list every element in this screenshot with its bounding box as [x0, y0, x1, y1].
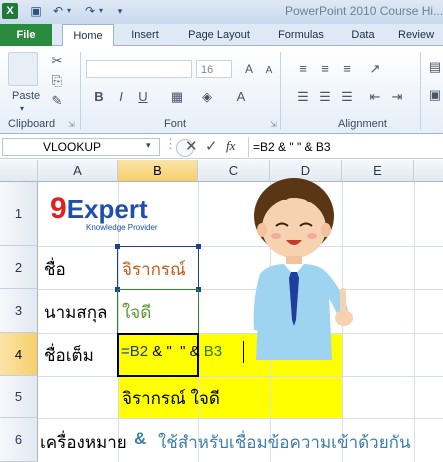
row-header-3[interactable]: 3: [0, 289, 38, 333]
paste-dropdown-icon[interactable]: ▾: [20, 104, 24, 113]
align-top-icon[interactable]: ≡: [294, 60, 312, 78]
clipboard-launcher-icon[interactable]: ⇲: [68, 120, 75, 129]
column-header-a[interactable]: A: [38, 160, 118, 182]
bold-icon[interactable]: B: [90, 88, 108, 106]
window-title: PowerPoint 2010 Course Hi...: [285, 4, 443, 18]
wrap-text-icon[interactable]: ▤: [426, 58, 443, 76]
9expert-logo: 9Expert: [50, 192, 148, 226]
gridline: [38, 376, 443, 377]
format-painter-icon[interactable]: ✎: [48, 92, 66, 110]
decrease-indent-icon[interactable]: ⇤: [366, 88, 384, 106]
copy-icon[interactable]: ⎘: [48, 72, 66, 90]
row-header-6[interactable]: 6: [0, 418, 38, 462]
undo-dropdown-icon[interactable]: ▾: [64, 3, 74, 19]
ref-handle[interactable]: [115, 244, 120, 249]
merge-center-icon[interactable]: ▣: [426, 86, 443, 104]
tab-data[interactable]: Data: [344, 24, 382, 46]
row-header-1[interactable]: 1: [0, 182, 38, 246]
grow-font-icon[interactable]: A: [240, 60, 258, 78]
row-header-5[interactable]: 5: [0, 376, 38, 418]
font-launcher-icon[interactable]: ⇲: [270, 120, 277, 129]
ref-handle[interactable]: [196, 244, 201, 249]
cell-a4[interactable]: ชื่อเต็ม: [44, 342, 94, 369]
reference-border-b3: [117, 289, 199, 334]
tab-home[interactable]: Home: [62, 24, 114, 47]
align-right-icon[interactable]: ☰: [338, 88, 356, 106]
tab-file[interactable]: File: [0, 24, 52, 46]
cartoon-man-illustration: [253, 178, 353, 360]
separator: [80, 52, 81, 130]
name-box-dropdown-icon[interactable]: ▾: [146, 140, 151, 151]
font-name-box[interactable]: [86, 60, 192, 78]
separator: [280, 52, 281, 130]
insert-function-icon[interactable]: fx: [226, 138, 235, 154]
group-label-font: Font: [164, 118, 187, 130]
column-header-b[interactable]: B: [118, 160, 198, 182]
paste-button[interactable]: Paste: [12, 90, 40, 102]
paste-icon[interactable]: [8, 52, 38, 86]
reference-border-b2: [117, 246, 199, 290]
group-label-alignment: Alignment: [338, 118, 387, 130]
logo-tagline: Knowledge Provider: [86, 223, 158, 232]
orientation-icon[interactable]: ↗: [366, 60, 384, 78]
active-cell-b4[interactable]: [117, 333, 199, 377]
align-bottom-icon[interactable]: ≡: [338, 60, 356, 78]
align-middle-icon[interactable]: ≡: [316, 60, 334, 78]
cancel-icon[interactable]: ✕: [185, 137, 198, 155]
align-center-icon[interactable]: ☰: [316, 88, 334, 106]
save-icon[interactable]: ▣: [28, 3, 44, 19]
increase-indent-icon[interactable]: ⇥: [388, 88, 406, 106]
italic-icon[interactable]: I: [112, 88, 130, 106]
tab-review[interactable]: Review: [398, 24, 443, 46]
cell-a6[interactable]: เครื่องหมาย: [40, 429, 127, 456]
row-header-4[interactable]: 4: [0, 333, 38, 376]
tab-page-layout[interactable]: Page Layout: [180, 24, 258, 46]
cut-icon[interactable]: ✂: [48, 52, 66, 70]
cell-b5[interactable]: จิรากรณ์ ใจดี: [122, 385, 220, 412]
tab-insert[interactable]: Insert: [122, 24, 168, 46]
select-all-corner[interactable]: [0, 160, 38, 182]
cell-b6-note[interactable]: ใช้สำหรับเชื่อมข้อความเข้าด้วยกัน: [158, 429, 411, 456]
cell-a2[interactable]: ชื่อ: [44, 256, 66, 283]
fill-color-icon[interactable]: ◈: [198, 88, 216, 106]
logo-expert: Expert: [66, 194, 148, 224]
cartoon-man-icon: [253, 178, 353, 360]
cell-a3[interactable]: นามสกุล: [44, 299, 107, 326]
customize-qat-icon[interactable]: ▾: [114, 3, 126, 19]
ampersand-symbol: &: [134, 429, 147, 448]
gridline: [38, 418, 443, 419]
tab-formulas[interactable]: Formulas: [270, 24, 332, 46]
formula-ref-b3: B3: [203, 343, 223, 360]
enter-icon[interactable]: ✓: [205, 137, 218, 155]
separator: [420, 52, 421, 130]
underline-icon[interactable]: U: [134, 88, 152, 106]
redo-dropdown-icon[interactable]: ▾: [96, 3, 106, 19]
align-left-icon[interactable]: ☰: [294, 88, 312, 106]
formula-input[interactable]: =B2 & " " & B3: [248, 137, 443, 157]
font-color-icon[interactable]: A: [232, 88, 250, 106]
name-box[interactable]: VLOOKUP: [2, 138, 160, 156]
font-size-box[interactable]: 16: [196, 60, 232, 78]
shrink-font-icon[interactable]: A: [260, 62, 278, 80]
row-header-2[interactable]: 2: [0, 246, 38, 289]
excel-logo-icon[interactable]: X: [2, 3, 18, 19]
logo-nine: 9: [50, 192, 67, 225]
borders-icon[interactable]: ▦: [168, 88, 186, 106]
column-header-f[interactable]: [414, 160, 443, 182]
group-label-clipboard: Clipboard: [8, 118, 56, 130]
formula-bar-grip-icon: ⋮: [164, 136, 177, 151]
gridline: [414, 182, 415, 462]
